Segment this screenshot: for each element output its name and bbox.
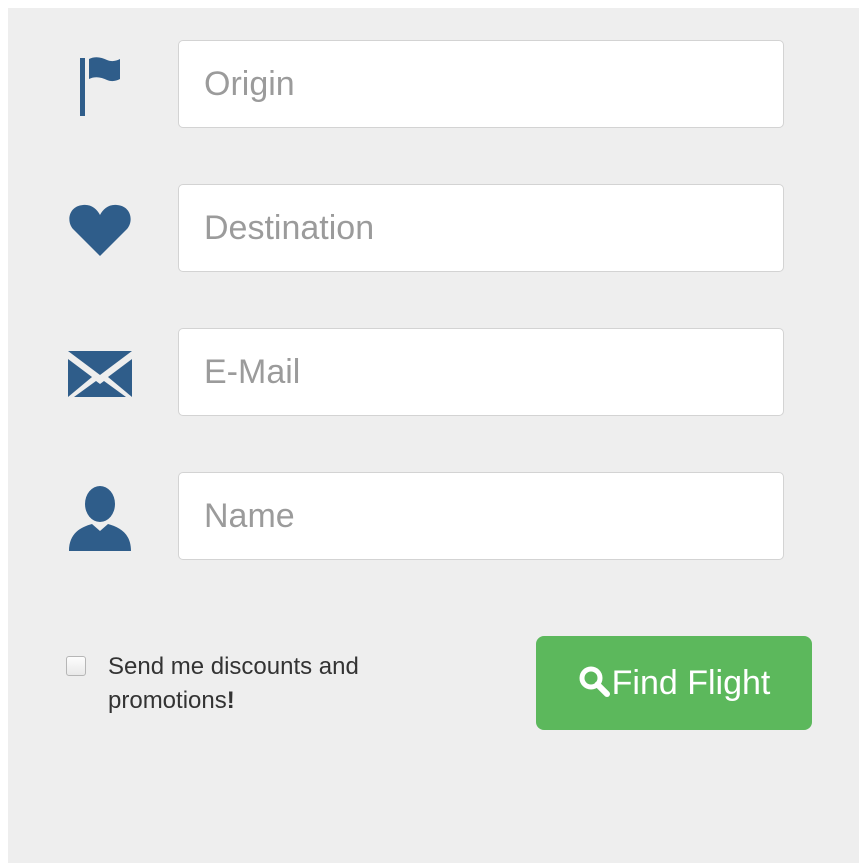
promotions-checkbox[interactable] [66, 656, 86, 676]
origin-row [8, 40, 859, 132]
origin-input[interactable] [178, 40, 784, 128]
envelope-icon [60, 350, 140, 398]
email-row [8, 328, 859, 420]
find-flight-button[interactable]: Find Flight [536, 636, 812, 730]
user-icon [60, 486, 140, 551]
search-icon [578, 665, 610, 697]
promotions-label-emphasis: ! [226, 687, 235, 714]
flag-icon [60, 57, 140, 116]
promotions-label[interactable]: Send me discounts and promotions! [108, 650, 398, 718]
name-row [8, 472, 859, 564]
heart-icon [60, 204, 140, 256]
email-input[interactable] [178, 328, 784, 416]
destination-row [8, 184, 859, 276]
find-flight-label: Find Flight [611, 663, 771, 702]
flight-search-panel: Send me discounts and promotions! Find F… [8, 8, 859, 863]
destination-input[interactable] [178, 184, 784, 272]
name-input[interactable] [178, 472, 784, 560]
